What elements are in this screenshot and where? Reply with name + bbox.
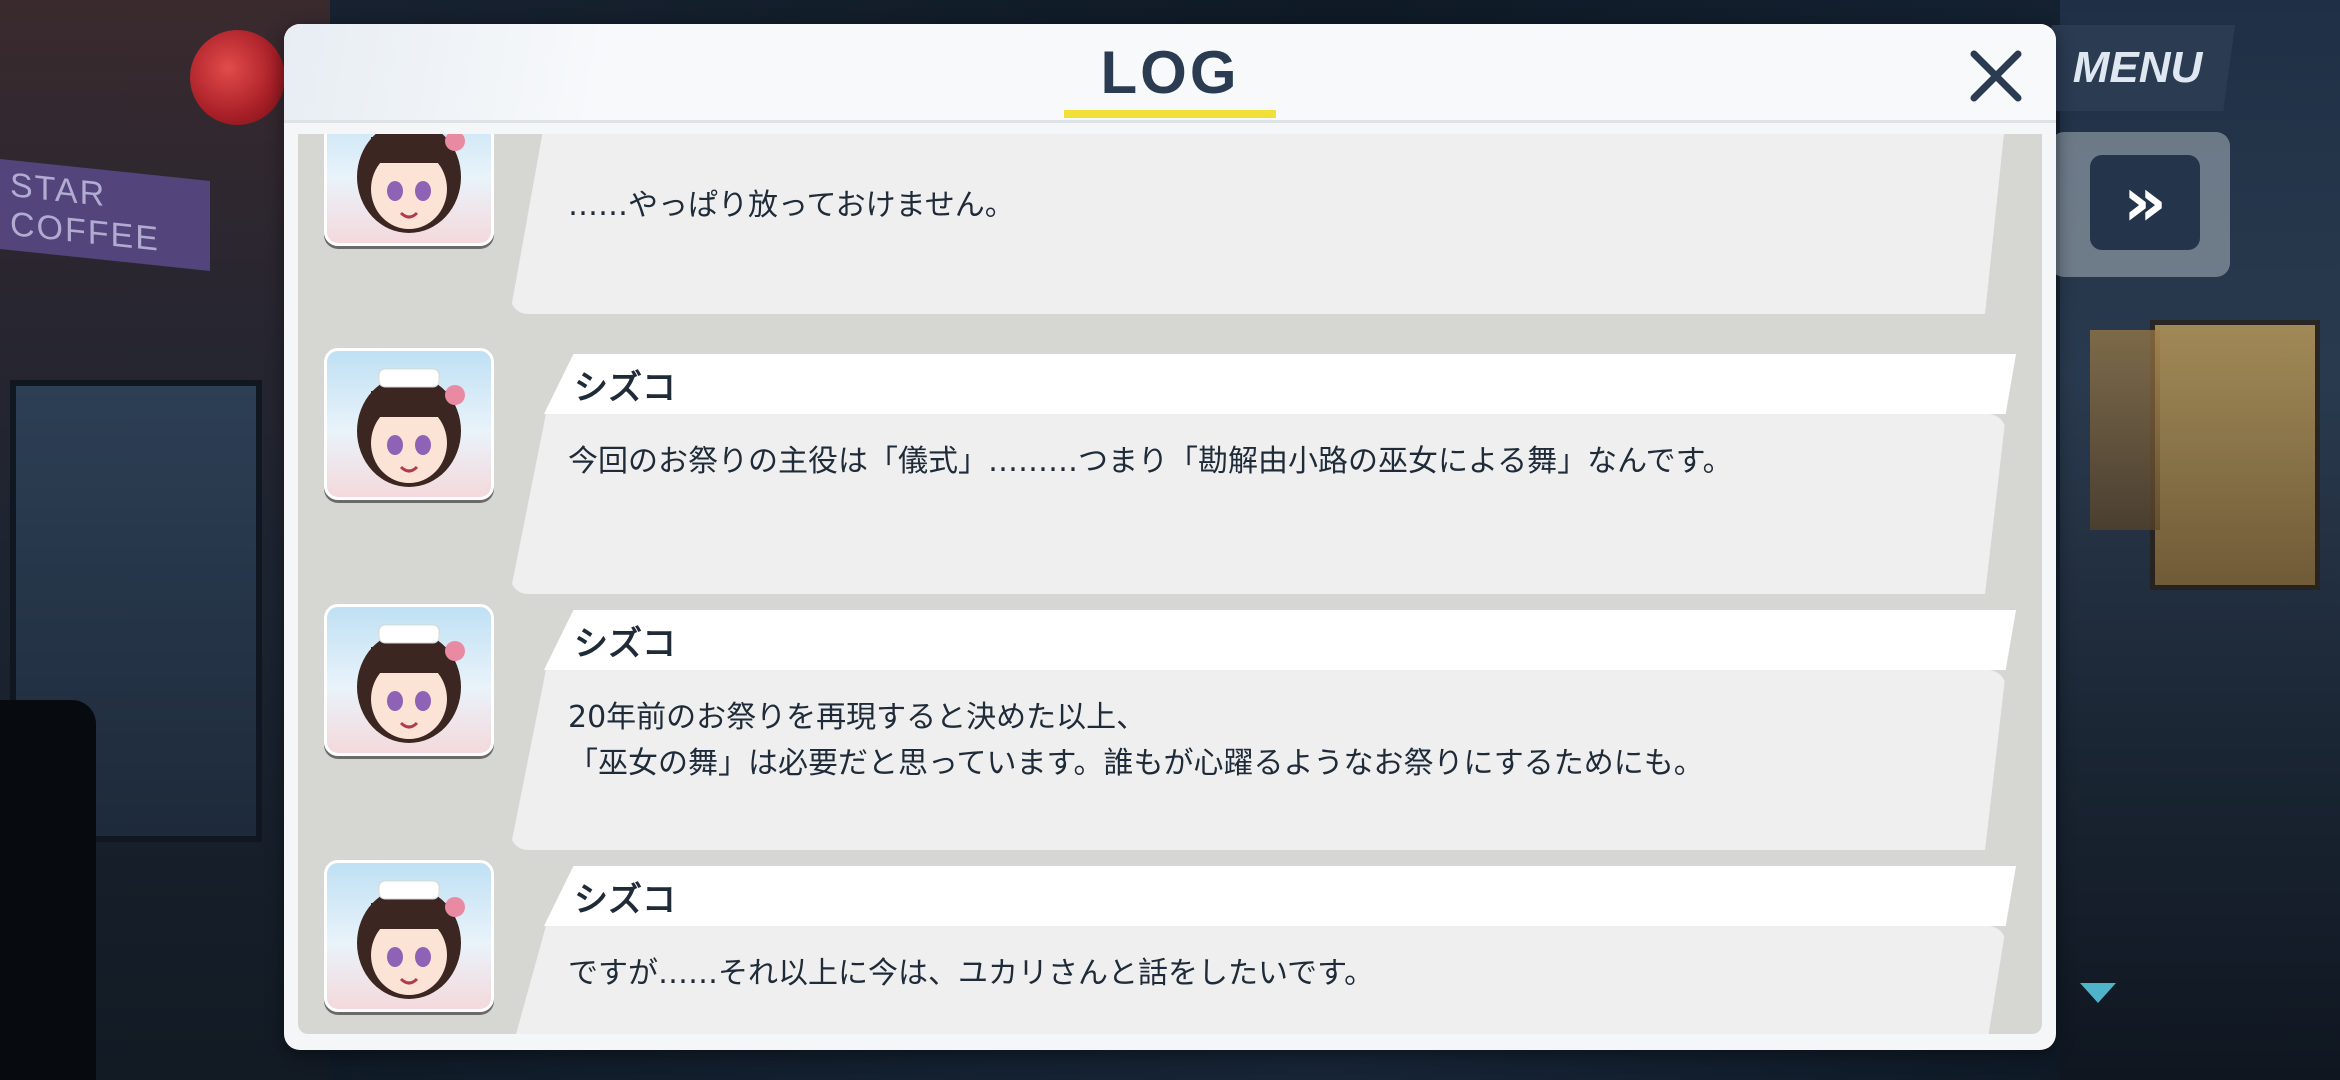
close-button[interactable]	[1956, 36, 2036, 116]
speaker-name-bar	[544, 866, 2016, 926]
log-window: LOG ……やっぱり放っておけません。 シズコ 今回のお祭りの主役は「儀式」………	[284, 24, 2056, 1050]
speaker-name-bar	[544, 354, 2016, 414]
message-text: 「巫女の舞」は必要だと思っています。誰もが心躍るようなお祭りにするためにも。	[568, 746, 1704, 781]
close-icon	[1970, 50, 2022, 102]
speaker-name: シズコ	[574, 624, 676, 664]
background-shop-window	[2150, 320, 2320, 590]
menu-button[interactable]: MENU	[2040, 25, 2235, 111]
message-text: 20年前のお祭りを再現すると決めた以上、	[568, 700, 1147, 735]
fast-forward-icon[interactable]: »	[2090, 155, 2200, 250]
log-scroll-area[interactable]: ……やっぱり放っておけません。 シズコ 今回のお祭りの主役は「儀式」………つまり…	[298, 134, 2042, 1034]
scroll-down-arrow-icon[interactable]	[2080, 983, 2116, 1003]
speaker-name-bar	[544, 610, 2016, 670]
log-title: LOG	[1100, 39, 1240, 106]
speaker-avatar	[324, 860, 494, 1012]
log-header: LOG	[284, 24, 2056, 123]
background-lantern	[190, 30, 285, 125]
message-text: ですが……それ以上に今は、ユカリさんと話をしたいです。	[568, 956, 1375, 991]
character-portrait-icon	[357, 134, 465, 233]
message-text: ……やっぱり放っておけません。	[568, 188, 1015, 223]
character-portrait-icon	[357, 624, 465, 743]
message-text: 今回のお祭りの主役は「儀式」………つまり「勘解由小路の巫女による舞」なんです。	[568, 444, 1733, 479]
speaker-avatar	[324, 604, 494, 756]
background-dark-panel	[0, 700, 96, 1080]
speaker-avatar	[324, 134, 494, 246]
character-portrait-icon	[357, 368, 465, 487]
speaker-name: シズコ	[574, 880, 676, 920]
character-portrait-icon	[357, 880, 465, 999]
speaker-name: シズコ	[574, 368, 676, 408]
message-bubble	[510, 134, 2006, 314]
speaker-avatar	[324, 348, 494, 500]
background-shop-window-2	[2090, 330, 2160, 530]
log-title-underline	[1064, 110, 1276, 118]
